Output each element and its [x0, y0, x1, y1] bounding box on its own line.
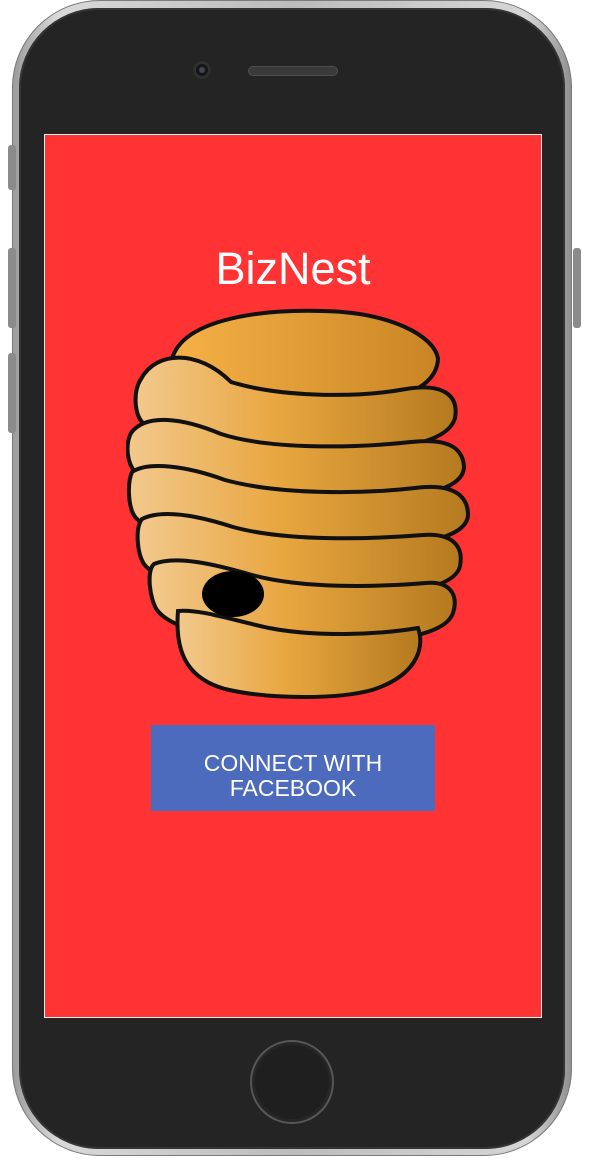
silent-switch	[8, 145, 16, 190]
home-button[interactable]	[250, 1040, 334, 1124]
hive-entrance	[202, 571, 264, 617]
app-title: BizNest	[215, 243, 371, 294]
page: BizNest CONNECT WITH FACEBOOK	[0, 0, 590, 1162]
app-screen: BizNest CONNECT WITH FACEBOOK	[45, 135, 541, 1017]
power-button	[573, 248, 581, 328]
volume-down-button	[8, 353, 16, 433]
speaker-grille	[248, 66, 338, 76]
volume-up-button	[8, 248, 16, 328]
connect-with-facebook-button[interactable]: CONNECT WITH FACEBOOK	[151, 725, 435, 811]
beehive-body	[126, 308, 471, 699]
beehive-icon	[126, 308, 471, 699]
front-camera-icon	[193, 61, 211, 79]
